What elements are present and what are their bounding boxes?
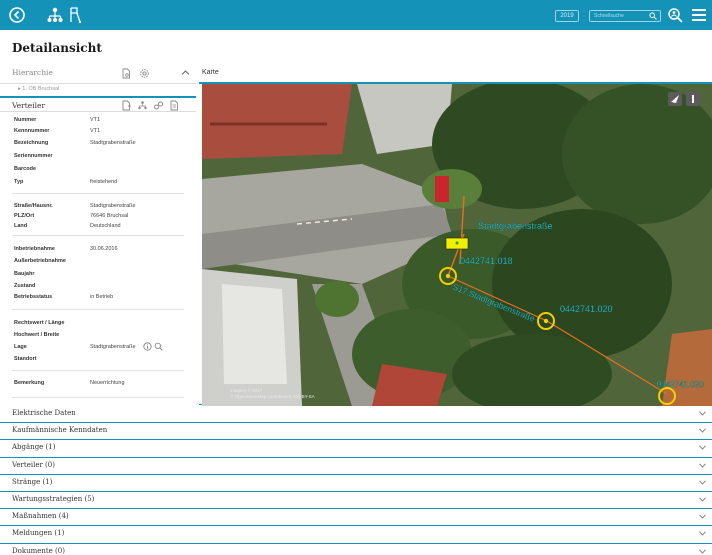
zoom-to-icon[interactable]: [154, 342, 163, 351]
field-label-zustand: Zustand: [14, 283, 36, 289]
section-meldungen[interactable]: Meldungen (1): [0, 526, 712, 544]
field-label-nummer: Nummer: [14, 117, 37, 123]
field-value-strasse: Stadtgrabenstraße: [90, 203, 136, 209]
section-massnahmen[interactable]: Maßnahmen (4): [0, 509, 712, 527]
section-divider: [12, 397, 184, 398]
section-label: Dokumente (0): [12, 546, 65, 555]
field-label-kennnummer: Kennnummer: [14, 128, 50, 134]
field-label-barcode: Barcode: [14, 166, 37, 172]
section-label: Stränge (1): [12, 477, 53, 486]
distributor-header: Verteiler: [0, 96, 196, 112]
field-label-seriennummer: Seriennummer: [14, 153, 53, 159]
network-icon[interactable]: [66, 6, 84, 24]
document-search-icon[interactable]: [121, 68, 132, 79]
chevron-down-icon[interactable]: [699, 514, 706, 519]
field-value-inbetriebnahme: 30.06.2016: [90, 246, 118, 252]
section-label: Maßnahmen (4): [12, 512, 69, 521]
document-icon[interactable]: [169, 100, 180, 111]
field-value-nummer: VT1: [90, 117, 101, 123]
field-label-hochwert: Hochwert / Breite: [14, 332, 60, 338]
hierarchy-header: Hierarchie: [0, 62, 196, 84]
chevron-down-icon[interactable]: [699, 548, 706, 554]
link-icon[interactable]: [153, 100, 164, 111]
map-tab-label[interactable]: Karte: [202, 69, 219, 76]
field-label-bemerkung: Bemerkung: [14, 380, 45, 386]
field-label-ausserbetriebnahme: Außerbetriebnahme: [14, 258, 66, 264]
field-label-inbetriebnahme: Inbetriebnahme: [14, 246, 55, 252]
settings-icon[interactable]: [139, 68, 150, 79]
section-verteiler[interactable]: Verteiler (0): [0, 458, 712, 475]
map-attribution-1: Imagery © 2017: [230, 387, 263, 393]
field-label-strasse: Straße/Hausnr.: [14, 203, 53, 209]
field-label-betriebsstatus: Betriebsstatus: [14, 294, 53, 300]
detail-sections: Elektrische Daten Kaufmännische Kenndate…: [0, 406, 712, 555]
field-label-baujahr: Baujahr: [14, 271, 35, 277]
field-value-bemerkung: Neuerrichtung: [90, 380, 125, 386]
section-abgaenge[interactable]: Abgänge (1): [0, 440, 712, 458]
section-label: Abgänge (1): [12, 443, 56, 452]
field-label-lage: Lage: [14, 344, 27, 350]
page-title: Detailansicht: [12, 41, 102, 55]
chevron-down-icon[interactable]: [699, 480, 706, 485]
year-button[interactable]: 2019: [555, 10, 579, 22]
map-label-node-2: 0442741.020: [560, 304, 613, 314]
section-straenge[interactable]: Stränge (1): [0, 475, 712, 492]
detail-left-panel: Hierarchie ▸ 1. OB Bruchsal Verteiler Nu…: [0, 62, 196, 406]
hierarchy-icon[interactable]: [46, 6, 64, 24]
chevron-down-icon[interactable]: [699, 428, 706, 433]
map-view[interactable]: Stadtgrabenstraße 0442741.018 S17.Stadtg…: [202, 84, 712, 406]
field-value-kennnummer: VT1: [90, 128, 101, 134]
field-label-typ: Typ: [14, 179, 24, 185]
search-icon[interactable]: [649, 12, 657, 20]
field-label-standort: Standort: [14, 356, 37, 362]
field-label-plz-ort: PLZ/Ort: [14, 213, 35, 219]
hierarchy-edit-icon[interactable]: [137, 100, 148, 111]
section-divider: [12, 309, 184, 310]
menu-icon[interactable]: [690, 6, 708, 24]
section-label: Verteiler (0): [12, 460, 55, 469]
hierarchy-tree-item[interactable]: ▸ 1. OB Bruchsal: [18, 86, 59, 92]
chevron-down-icon[interactable]: [699, 445, 706, 451]
map-header: Karte: [199, 62, 712, 84]
section-wartungsstrategien[interactable]: Wartungsstrategien (5): [0, 492, 712, 510]
section-elektrische-daten[interactable]: Elektrische Daten: [0, 406, 712, 424]
field-value-plz-ort: 76646 Bruchsal: [90, 213, 129, 219]
field-value-land: Deutschland: [90, 223, 121, 229]
section-label: Meldungen (1): [12, 529, 65, 538]
field-value-lage: Stadtgrabenstraße: [90, 344, 136, 350]
field-value-betriebsstatus: in Betrieb: [90, 294, 114, 300]
chevron-down-icon[interactable]: [699, 497, 706, 502]
section-divider: [12, 370, 184, 371]
user-search-icon[interactable]: [666, 6, 684, 24]
chevron-down-icon[interactable]: [699, 463, 706, 468]
back-circle-icon[interactable]: [8, 6, 26, 24]
collapse-chevron-icon[interactable]: [181, 69, 192, 80]
map-label-node-1: 0442741.018: [460, 256, 513, 266]
section-divider: [12, 193, 184, 194]
document-add-icon[interactable]: [121, 100, 132, 111]
search-placeholder: Schnellsuche: [594, 13, 624, 19]
section-label: Elektrische Daten: [12, 409, 76, 417]
section-dokumente[interactable]: Dokumente (0): [0, 544, 712, 555]
section-label: Kaufmännische Kenndaten: [12, 426, 108, 435]
field-label-bezeichnung: Bezeichnung: [14, 140, 49, 146]
field-value-bezeichnung: Stadtgrabenstraße: [90, 140, 136, 146]
field-label-land: Land: [14, 223, 28, 229]
hierarchy-label: Hierarchie: [12, 68, 53, 77]
map-label-node-3: 0442741.020: [657, 380, 704, 389]
field-value-typ: freistehend: [90, 179, 118, 185]
field-label-rechtswert: Rechtswert / Länge: [14, 320, 65, 326]
top-toolbar: 2019 Schnellsuche: [0, 0, 712, 30]
chevron-down-icon[interactable]: [699, 411, 706, 416]
distributor-label: Verteiler: [12, 101, 46, 110]
section-kaufmaennische-kenndaten[interactable]: Kaufmännische Kenndaten: [0, 423, 712, 441]
info-icon[interactable]: [143, 342, 152, 351]
search-input[interactable]: Schnellsuche: [589, 10, 661, 22]
map-panel: Karte Stadtgrabenstraße 0442741.018 S17.…: [199, 62, 712, 406]
section-divider: [12, 235, 184, 236]
chevron-down-icon[interactable]: [699, 531, 706, 536]
section-label: Wartungsstrategien (5): [12, 494, 95, 503]
map-attribution-2: © OpenStreetMap contributors, CC-BY-SA: [230, 393, 315, 399]
map-label-street: Stadtgrabenstraße: [478, 221, 553, 231]
